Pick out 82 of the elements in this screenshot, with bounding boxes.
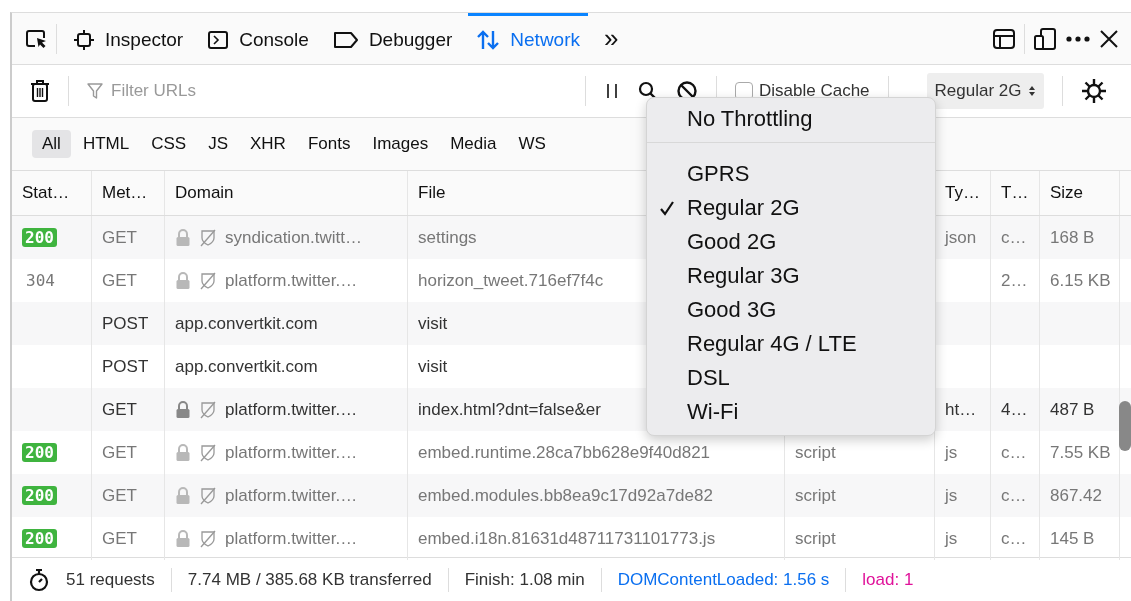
file-cell: visit bbox=[418, 356, 448, 377]
type-filter-button[interactable]: All bbox=[32, 130, 71, 158]
size-cell: 168 B bbox=[1050, 227, 1095, 248]
file-cell: settings bbox=[418, 227, 477, 248]
more-tabs-button[interactable]: » bbox=[596, 23, 627, 54]
status-text: 7.74 MB / 385.68 KB transferred bbox=[187, 570, 432, 590]
filter-urls-field[interactable]: Filter URLs bbox=[109, 80, 413, 102]
file-cell: index.html?dnt=false&er bbox=[418, 399, 601, 420]
file-cell: embed.runtime.28ca7bb628e9f40d821 bbox=[418, 442, 711, 463]
column-header[interactable]: Domain bbox=[175, 183, 234, 203]
column-header[interactable]: Ty… bbox=[945, 183, 980, 203]
method-cell: GET bbox=[102, 528, 137, 549]
file-cell: embed.modules.bb8ea9c17d92a7de82 bbox=[418, 485, 713, 506]
domain-cell: syndication.twitt… bbox=[225, 227, 362, 248]
table-row[interactable]: 200 GET platform.twitter.… embed.modules.bb8ea9c17d92a7de82 script js c… 867.42 bbox=[12, 474, 1131, 517]
status-text: load: 1 bbox=[862, 570, 914, 590]
column-header[interactable]: Size bbox=[1050, 183, 1084, 203]
method-cell: POST bbox=[102, 313, 149, 334]
status-code-badge: 200 bbox=[22, 443, 57, 462]
type-filter-button[interactable]: Media bbox=[440, 130, 507, 158]
type-filter-button[interactable]: WS bbox=[508, 130, 556, 158]
domain-cell: platform.twitter.… bbox=[225, 270, 358, 291]
method-cell: GET bbox=[102, 399, 137, 420]
size-cell: 867.42 bbox=[1050, 485, 1102, 506]
column-header[interactable]: T… bbox=[1001, 183, 1029, 203]
size-cell: 6.15 KB bbox=[1050, 270, 1111, 291]
domain-cell: app.convertkit.com bbox=[175, 313, 318, 334]
type-cell: ht… bbox=[945, 399, 977, 420]
status-code-badge: 200 bbox=[22, 228, 57, 247]
size-cell: 487 B bbox=[1050, 399, 1095, 420]
domain-cell: platform.twitter.… bbox=[225, 442, 358, 463]
type-filter-button[interactable]: HTML bbox=[72, 130, 140, 158]
method-cell: GET bbox=[102, 442, 137, 463]
devtools-tab[interactable]: Inspector bbox=[65, 13, 192, 64]
transferred-cell: 2… bbox=[1001, 270, 1028, 291]
column-header[interactable]: Stat… bbox=[22, 183, 70, 203]
status-code: 304 bbox=[25, 271, 55, 290]
transferred-cell: c… bbox=[1001, 485, 1027, 506]
cause-cell: script bbox=[795, 528, 836, 549]
type-cell: js bbox=[945, 442, 958, 463]
domain-cell: platform.twitter.… bbox=[225, 528, 358, 549]
type-filter-button[interactable]: XHR bbox=[240, 130, 296, 158]
file-cell: visit bbox=[418, 313, 448, 334]
throttling-option[interactable]: GPRS bbox=[647, 157, 935, 191]
method-cell: POST bbox=[102, 356, 149, 377]
table-row[interactable]: 200 GET platform.twitter.… embed.i18n.81631d48711731101773.js script js c… 145 B bbox=[12, 517, 1131, 560]
transferred-cell: c… bbox=[1001, 442, 1027, 463]
type-filter-button[interactable]: CSS bbox=[141, 130, 197, 158]
status-text: Finish: 1.08 min bbox=[464, 570, 585, 590]
throttling-select[interactable]: Regular 2G bbox=[926, 73, 1044, 109]
cause-cell: script bbox=[795, 485, 836, 506]
size-cell: 7.55 KB bbox=[1050, 442, 1111, 463]
type-filter-button[interactable]: JS bbox=[198, 130, 238, 158]
type-cell: js bbox=[945, 485, 958, 506]
status-text: 51 requests bbox=[66, 570, 155, 590]
transferred-cell: c… bbox=[1001, 227, 1027, 248]
type-filter-button[interactable]: Fonts bbox=[297, 130, 361, 158]
type-cell: json bbox=[945, 227, 977, 248]
devtools-tab[interactable]: Debugger bbox=[324, 13, 461, 64]
type-cell: js bbox=[945, 528, 958, 549]
status-code-badge: 200 bbox=[22, 529, 57, 548]
transferred-cell: c… bbox=[1001, 528, 1027, 549]
column-header[interactable]: Met… bbox=[102, 183, 148, 203]
throttling-option[interactable]: Wi-Fi bbox=[647, 395, 935, 429]
column-header[interactable]: File bbox=[418, 183, 446, 203]
status-text: DOMContentLoaded: 1.56 s bbox=[617, 570, 830, 590]
type-filter-button[interactable]: Images bbox=[362, 130, 439, 158]
domain-cell: platform.twitter.… bbox=[225, 485, 358, 506]
file-cell: horizon_tweet.716ef7f4c bbox=[418, 270, 604, 291]
throttling-option[interactable]: Good 2G bbox=[647, 225, 935, 259]
devtools-tab[interactable]: Console bbox=[199, 13, 317, 64]
file-cell: embed.i18n.81631d48711731101773.js bbox=[418, 528, 716, 549]
method-cell: GET bbox=[102, 270, 137, 291]
status-code-badge: 200 bbox=[22, 486, 57, 505]
domain-cell: app.convertkit.com bbox=[175, 356, 318, 377]
transferred-cell: 4… bbox=[1001, 399, 1028, 420]
domain-cell: platform.twitter.… bbox=[225, 399, 358, 420]
cause-cell: script bbox=[795, 442, 836, 463]
size-cell: 145 B bbox=[1050, 528, 1095, 549]
method-cell: GET bbox=[102, 227, 137, 248]
throttling-option[interactable]: Regular 3G bbox=[647, 259, 935, 293]
method-cell: GET bbox=[102, 485, 137, 506]
